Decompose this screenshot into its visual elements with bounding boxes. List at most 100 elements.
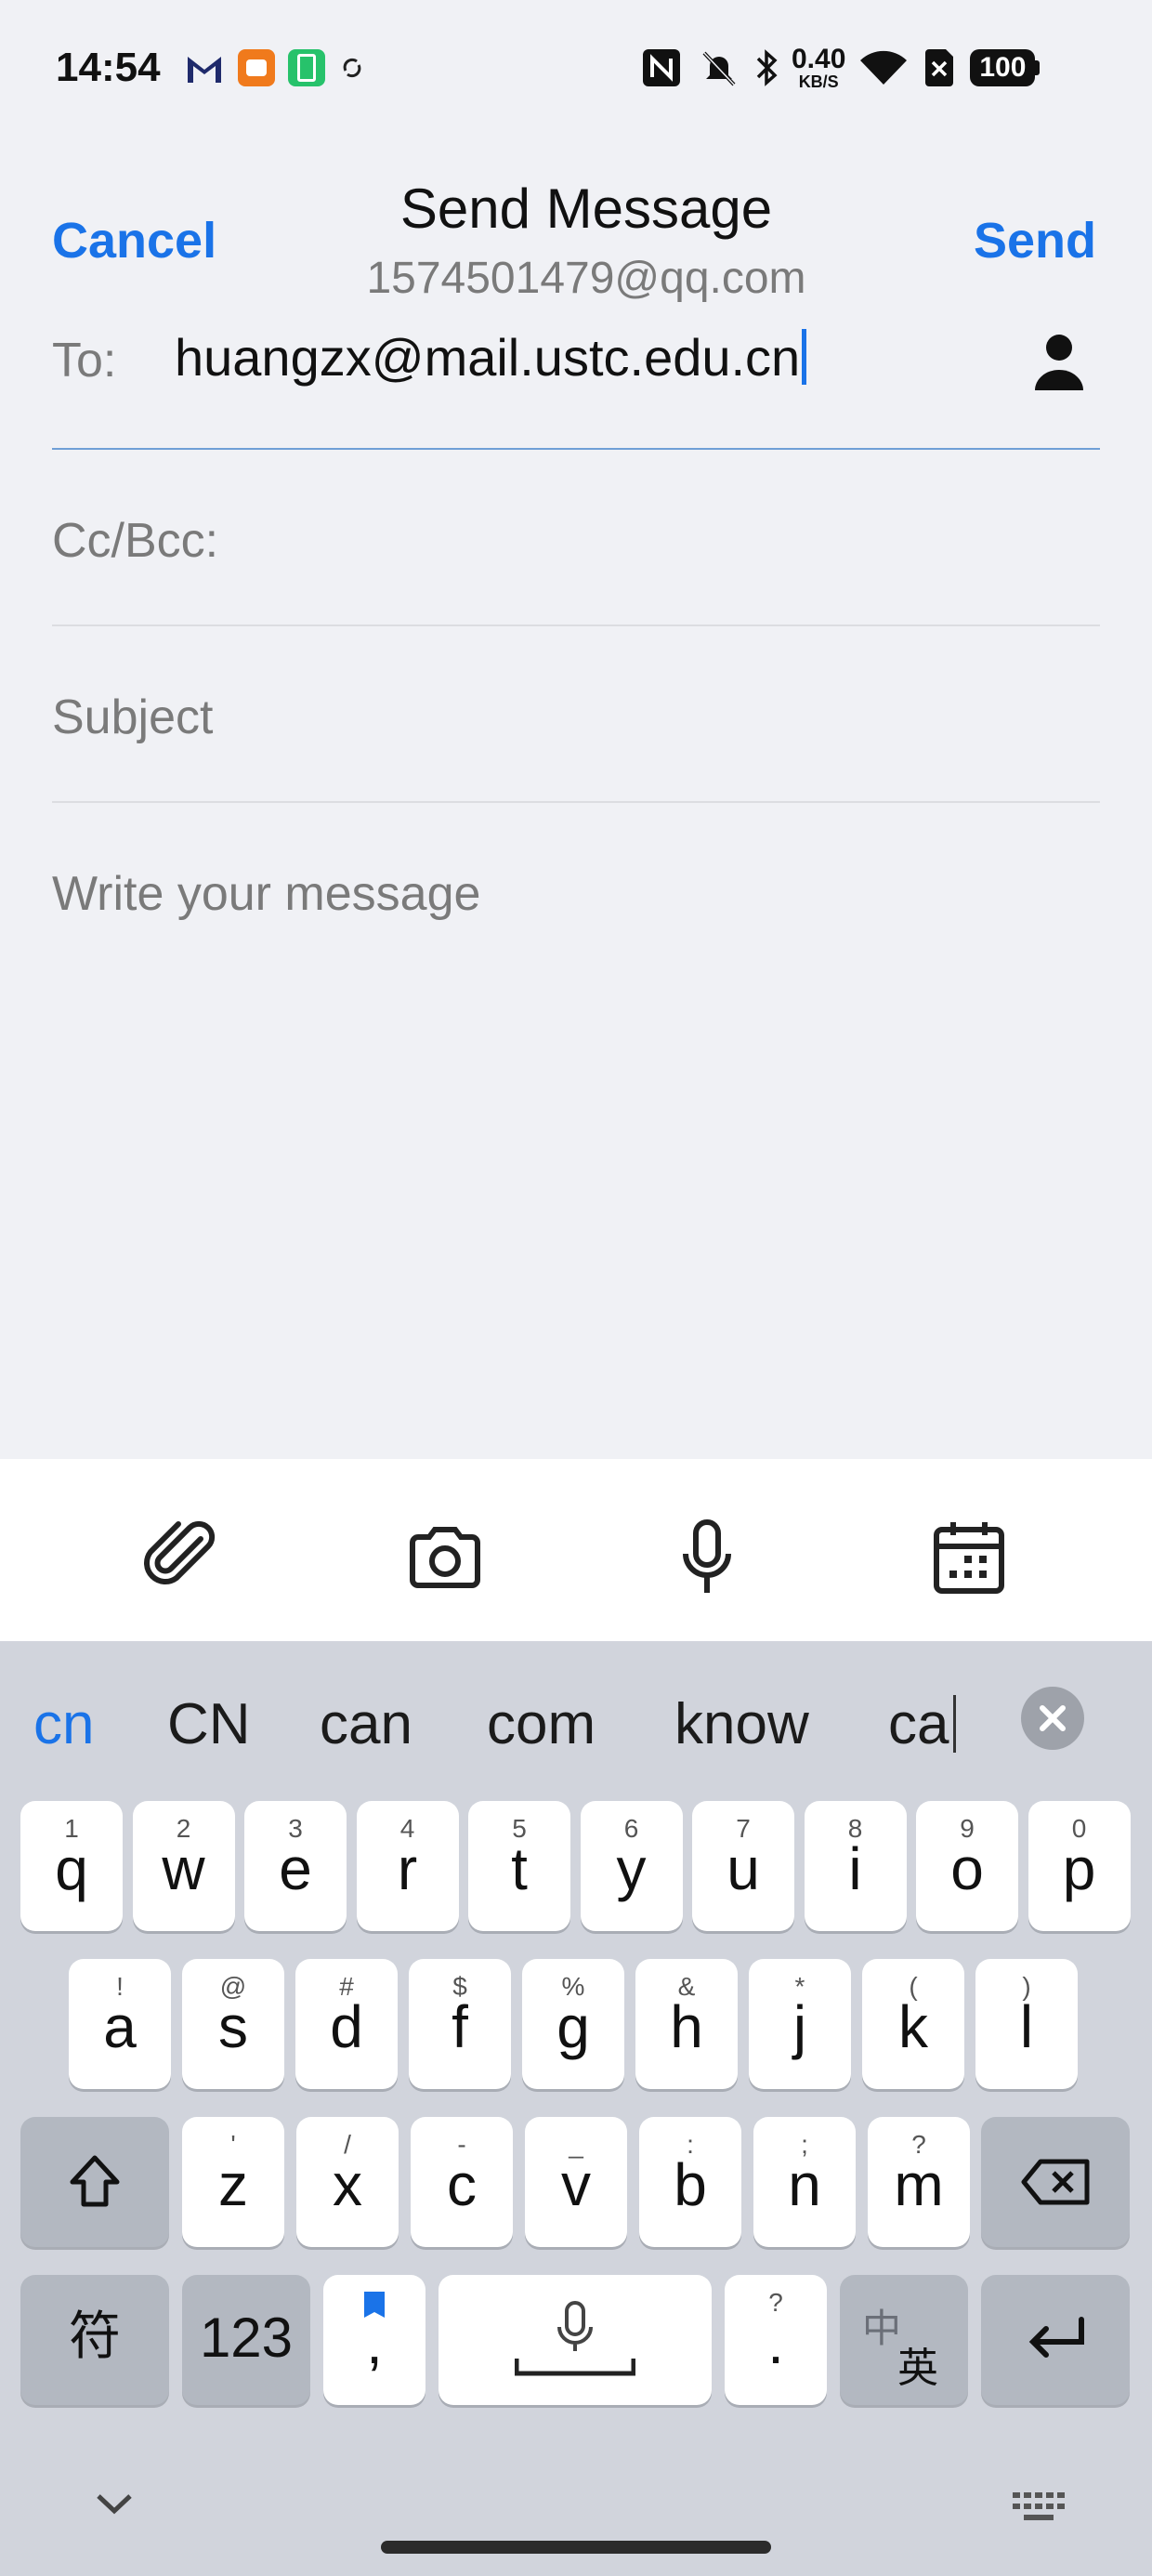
key-label: q	[55, 1835, 88, 1902]
suggestion-item[interactable]: cn	[33, 1691, 94, 1757]
key-b[interactable]: :b	[639, 2117, 741, 2247]
key-label: j	[792, 1993, 807, 2060]
key-q[interactable]: 1q	[20, 1801, 123, 1931]
net-speed: 0.40	[792, 44, 846, 74]
enter-icon	[1028, 2317, 1084, 2358]
cc-divider	[52, 624, 1100, 626]
key-y[interactable]: 6y	[580, 1801, 683, 1931]
home-indicator[interactable]	[381, 2541, 771, 2554]
key-a[interactable]: ! a	[69, 1959, 171, 2089]
battery-icon: 100	[970, 49, 1041, 86]
bluetooth-icon	[756, 49, 778, 86]
key-s[interactable]: @ s	[182, 1959, 284, 2089]
lang-zh-label: 中	[862, 2307, 902, 2350]
key-p[interactable]: 0p	[1028, 1801, 1131, 1931]
key-x[interactable]: / x	[296, 2117, 399, 2247]
wifi-icon	[860, 50, 908, 85]
hide-keyboard-icon[interactable]	[93, 2491, 136, 2518]
to-input[interactable]: huangzx@mail.ustc.edu.cn	[175, 327, 807, 388]
key-label: a	[103, 1993, 137, 2060]
voice-space-icon	[515, 2301, 635, 2376]
key-label: x	[333, 2151, 362, 2218]
suggestion-item[interactable]: CN	[167, 1691, 251, 1757]
key-l[interactable]: ) l	[975, 1959, 1078, 2089]
cc-bcc-field[interactable]: Cc/Bcc:	[52, 513, 218, 569]
send-button[interactable]: Send	[974, 212, 1096, 269]
key-g[interactable]: % g	[522, 1959, 624, 2089]
shift-key[interactable]	[20, 2117, 169, 2247]
key-c[interactable]: -c	[411, 2117, 513, 2247]
key-label: v	[561, 2151, 591, 2218]
numbers-key-label: 123	[199, 2307, 294, 2369]
key-m[interactable]: ? m	[868, 2117, 970, 2247]
microphone-icon[interactable]	[665, 1515, 749, 1598]
calendar-icon[interactable]	[927, 1515, 1011, 1598]
lang-en-label: 英	[897, 2346, 938, 2391]
suggestion-item[interactable]: know	[674, 1691, 809, 1757]
key-e[interactable]: 3e	[244, 1801, 347, 1931]
suggestion-item[interactable]: ca	[888, 1691, 949, 1757]
key-label: e	[279, 1835, 312, 1902]
key-z[interactable]: ' z	[182, 2117, 284, 2247]
language-switch-key[interactable]: 中 英	[840, 2275, 968, 2405]
key-label: d	[330, 1993, 363, 2060]
suggestion-cursor	[953, 1695, 956, 1753]
key-label: b	[674, 2151, 707, 2218]
key-label: z	[218, 2151, 248, 2218]
key-j[interactable]: * j	[749, 1959, 851, 2089]
key-label: l	[1019, 1993, 1034, 2060]
suggestion-item[interactable]: com	[487, 1691, 596, 1757]
key-h[interactable]: & h	[635, 1959, 738, 2089]
key-t[interactable]: 5t	[468, 1801, 570, 1931]
battery-level: 100	[970, 49, 1036, 86]
comma-key[interactable]: ,	[323, 2275, 425, 2405]
key-label: t	[511, 1835, 528, 1902]
key-label: p	[1062, 1835, 1096, 1902]
key-label: h	[670, 1993, 703, 2060]
key-label: s	[218, 1993, 248, 2060]
suggestion-item[interactable]: can	[320, 1691, 412, 1757]
key-n[interactable]: ; n	[753, 2117, 856, 2247]
battery-saver-icon	[288, 49, 325, 86]
contacts-icon[interactable]	[1031, 331, 1087, 392]
key-label: f	[452, 1993, 468, 2060]
key-f[interactable]: $ f	[409, 1959, 511, 2089]
shift-icon	[70, 2155, 120, 2207]
keyboard-switch-icon[interactable]	[1011, 2491, 1067, 2524]
period-key[interactable]: ?.	[725, 2275, 827, 2405]
subject-input[interactable]: Subject	[52, 690, 213, 745]
key-r[interactable]: 4r	[356, 1801, 459, 1931]
key-d[interactable]: # d	[295, 1959, 398, 2089]
attach-icon[interactable]	[141, 1515, 225, 1598]
enter-key[interactable]	[981, 2275, 1130, 2405]
sync-icon	[343, 58, 361, 78]
symbols-key[interactable]: 符	[20, 2275, 169, 2405]
key-u[interactable]: 7u	[692, 1801, 794, 1931]
key-label: r	[397, 1835, 418, 1902]
nfc-icon	[643, 49, 680, 86]
backspace-key[interactable]	[981, 2117, 1130, 2247]
key-label: c	[447, 2151, 477, 2218]
key-label: w	[162, 1835, 205, 1902]
camera-icon[interactable]	[403, 1515, 487, 1598]
notification-icons	[184, 45, 366, 91]
key-label: u	[727, 1835, 760, 1902]
key-label: m	[894, 2151, 944, 2218]
period-label: .	[767, 2309, 784, 2376]
key-w[interactable]: 2w	[132, 1801, 235, 1931]
numbers-key[interactable]: 123	[182, 2275, 310, 2405]
key-label: k	[898, 1993, 928, 2060]
cancel-button[interactable]: Cancel	[52, 212, 216, 269]
app-icon	[238, 49, 275, 86]
space-key[interactable]	[439, 2275, 712, 2405]
message-body[interactable]: Write your message	[52, 866, 1100, 1442]
net-unit: KB/S	[798, 72, 839, 91]
comma-label: ,	[366, 2309, 383, 2376]
key-o[interactable]: 9o	[916, 1801, 1018, 1931]
key-label: n	[788, 2151, 821, 2218]
close-suggestions-icon[interactable]	[1020, 1686, 1085, 1751]
key-i[interactable]: 8i	[804, 1801, 907, 1931]
key-k[interactable]: (k	[862, 1959, 964, 2089]
key-v[interactable]: _ v	[525, 2117, 627, 2247]
to-value: huangzx@mail.ustc.edu.cn	[175, 328, 801, 387]
